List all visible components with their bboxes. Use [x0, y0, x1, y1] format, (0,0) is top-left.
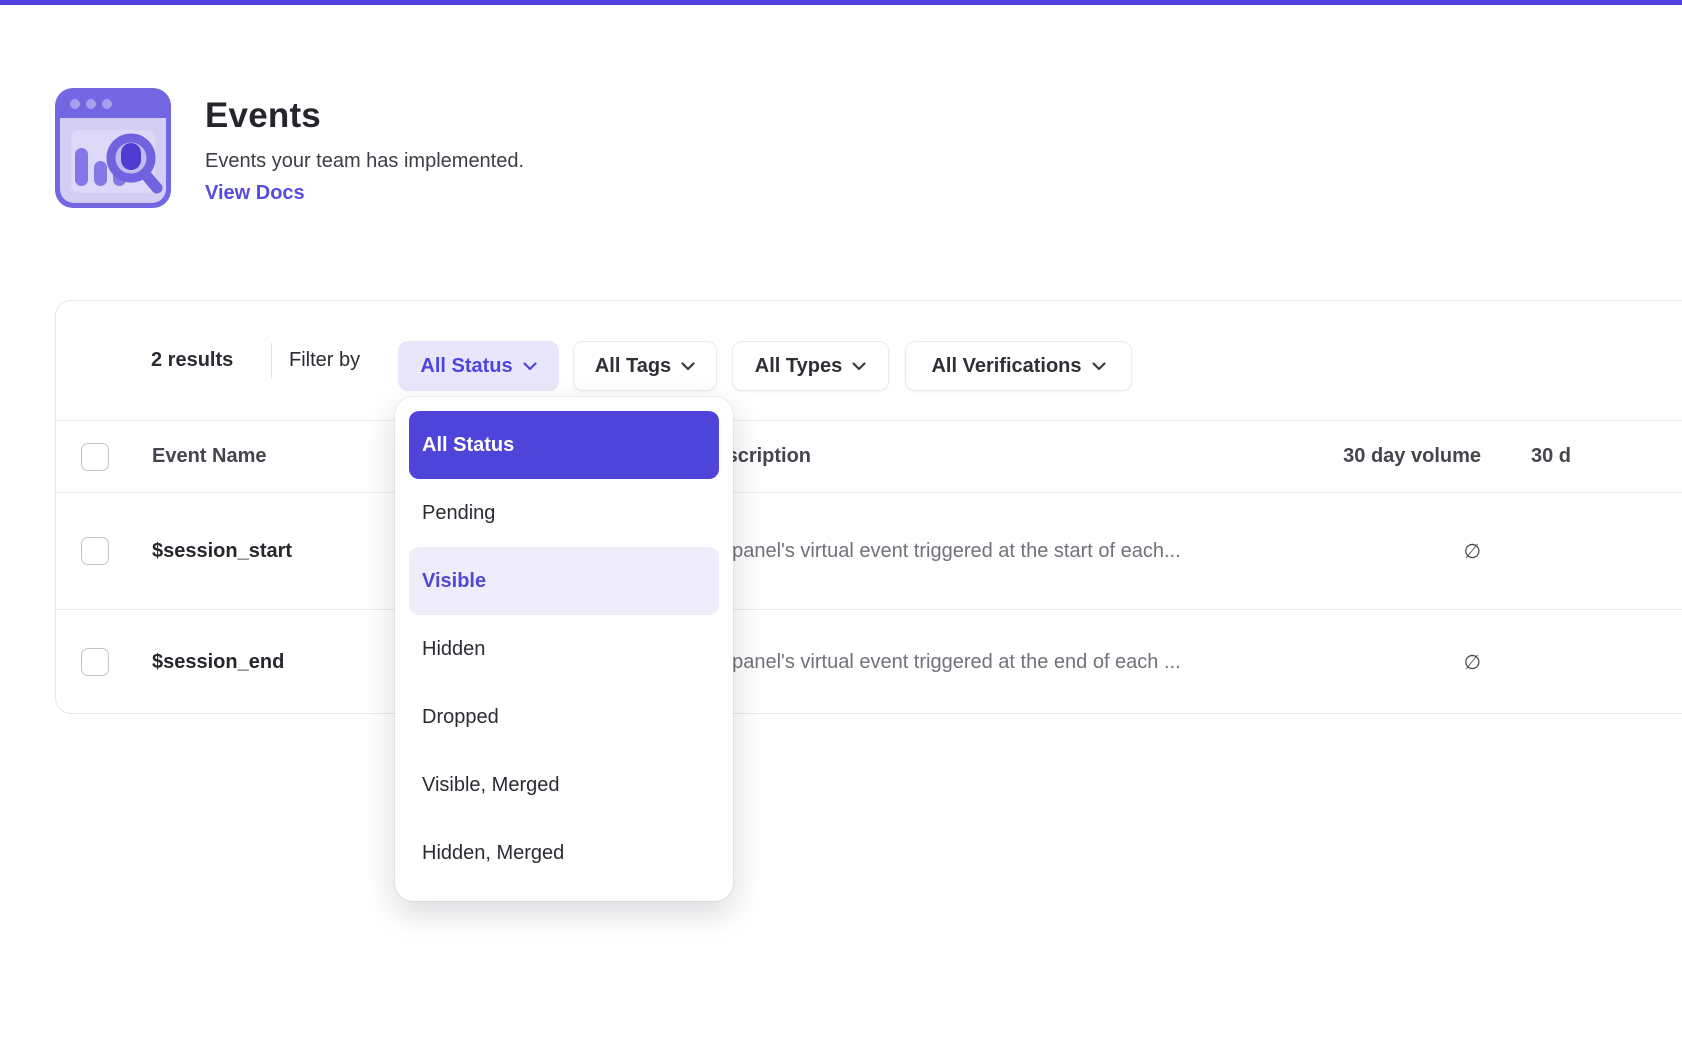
events-table-card: 2 results Filter by All Status All Tags …	[55, 300, 1682, 714]
events-illustration-icon	[55, 88, 171, 208]
select-all-checkbox[interactable]	[81, 443, 109, 471]
column-header-event-name[interactable]: Event Name	[152, 421, 267, 492]
chevron-down-icon	[1092, 362, 1106, 371]
filter-bar: 2 results Filter by All Status All Tags …	[56, 301, 1682, 420]
chevron-down-icon	[681, 362, 695, 371]
page-title: Events	[205, 96, 524, 136]
table-row[interactable]: $session_end Mixpanel's virtual event tr…	[56, 610, 1682, 714]
page-header: Events Events your team has implemented.…	[55, 88, 524, 208]
view-docs-link[interactable]: View Docs	[205, 182, 305, 205]
status-option-visible-merged[interactable]: Visible, Merged	[409, 751, 719, 819]
verifications-filter-label: All Verifications	[931, 355, 1081, 378]
status-dropdown-menu: All Status Pending Visible Hidden Droppe…	[395, 397, 733, 901]
top-accent-bar	[0, 0, 1682, 5]
results-count: 2 results	[151, 301, 233, 420]
filter-by-label: Filter by	[289, 301, 360, 420]
status-option-pending[interactable]: Pending	[409, 479, 719, 547]
column-header-30-day-volume[interactable]: 30 day volume	[1321, 421, 1481, 492]
verifications-filter-button[interactable]: All Verifications	[905, 341, 1132, 391]
event-name: $session_end	[152, 610, 284, 714]
event-name: $session_start	[152, 493, 292, 609]
tags-filter-button[interactable]: All Tags	[573, 341, 717, 391]
status-option-visible[interactable]: Visible	[409, 547, 719, 615]
status-option-all-status[interactable]: All Status	[409, 411, 719, 479]
row-checkbox[interactable]	[81, 648, 109, 676]
filter-divider	[271, 343, 272, 379]
page-subtitle: Events your team has implemented.	[205, 150, 524, 173]
event-description: Mixpanel's virtual event triggered at th…	[701, 610, 1181, 714]
status-filter-label: All Status	[420, 355, 512, 378]
column-header-truncated[interactable]: 30 d	[1531, 421, 1571, 492]
tags-filter-label: All Tags	[595, 355, 671, 378]
table-header-row: Event Name Description 30 day volume 30 …	[56, 420, 1682, 493]
table-row[interactable]: $session_start Mixpanel's virtual event …	[56, 493, 1682, 610]
status-option-hidden[interactable]: Hidden	[409, 615, 719, 683]
status-option-hidden-merged[interactable]: Hidden, Merged	[409, 819, 719, 887]
event-30-day-volume: ∅	[1321, 493, 1481, 609]
types-filter-button[interactable]: All Types	[732, 341, 889, 391]
event-30-day-volume: ∅	[1321, 610, 1481, 714]
event-description: Mixpanel's virtual event triggered at th…	[701, 493, 1181, 609]
row-checkbox[interactable]	[81, 537, 109, 565]
chevron-down-icon	[523, 362, 537, 371]
types-filter-label: All Types	[755, 355, 842, 378]
status-option-dropped[interactable]: Dropped	[409, 683, 719, 751]
chevron-down-icon	[852, 362, 866, 371]
status-filter-button[interactable]: All Status	[398, 341, 559, 391]
